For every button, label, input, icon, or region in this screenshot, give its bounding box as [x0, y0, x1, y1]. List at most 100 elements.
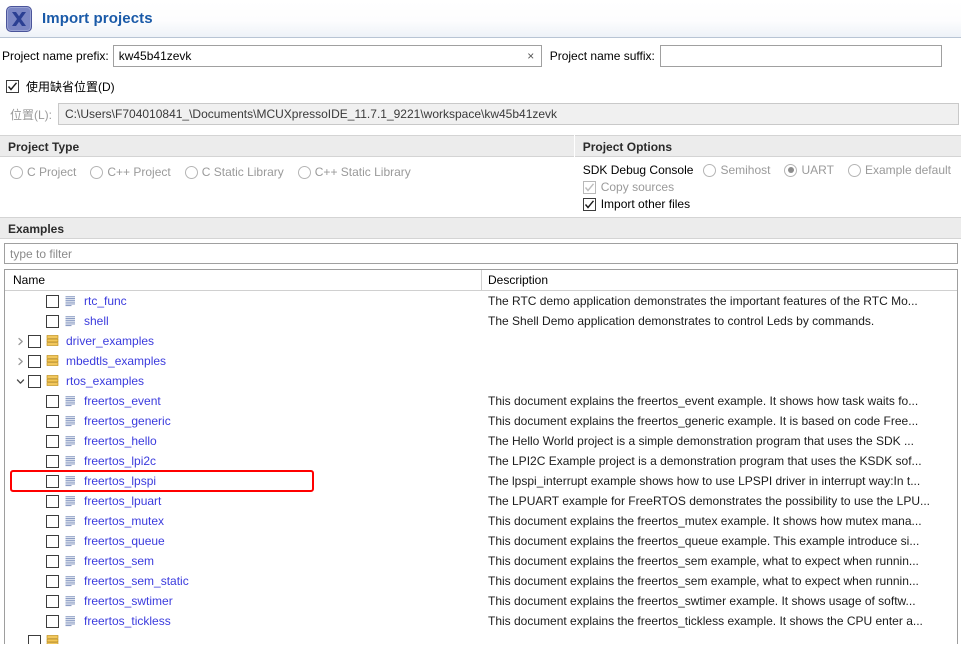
- radio-semihost[interactable]: Semihost: [703, 163, 770, 177]
- radio-cpp-static-library[interactable]: C++ Static Library: [297, 165, 411, 179]
- twisty-placeholder: [31, 411, 46, 431]
- column-header-description[interactable]: Description: [482, 270, 957, 290]
- cell-name: freertos_lpspi: [5, 471, 482, 491]
- row-checkbox[interactable]: [46, 454, 59, 468]
- document-icon: [64, 454, 78, 468]
- copy-sources-checkbox[interactable]: [582, 180, 596, 194]
- radio-cpp-project-indicator[interactable]: [90, 165, 104, 179]
- radio-example-default-indicator[interactable]: [847, 163, 861, 177]
- table-row[interactable]: [5, 631, 957, 644]
- chevron-right-icon[interactable]: [13, 331, 28, 351]
- row-label[interactable]: freertos_hello: [84, 434, 157, 448]
- row-label[interactable]: driver_examples: [66, 334, 154, 348]
- row-label[interactable]: freertos_swtimer: [84, 594, 173, 608]
- radio-c-static-library[interactable]: C Static Library: [184, 165, 284, 179]
- row-checkbox[interactable]: [46, 494, 59, 508]
- use-default-location-row[interactable]: 使用缺省位置(D): [0, 75, 961, 97]
- filter-placeholder: type to filter: [10, 246, 73, 261]
- row-checkbox[interactable]: [46, 574, 59, 588]
- document-icon: [64, 314, 78, 328]
- cell-name: [5, 631, 482, 644]
- row-label[interactable]: rtos_examples: [66, 374, 144, 388]
- row-checkbox[interactable]: [46, 534, 59, 548]
- chevron-right-icon[interactable]: [13, 351, 28, 371]
- row-checkbox[interactable]: [46, 314, 59, 328]
- table-row[interactable]: freertos_tickless This document explains …: [5, 611, 957, 631]
- row-checkbox[interactable]: [46, 594, 59, 608]
- radio-uart[interactable]: UART: [784, 163, 834, 177]
- prefix-label: Project name prefix:: [2, 49, 109, 63]
- table-row[interactable]: freertos_sem This document explains the f…: [5, 551, 957, 571]
- twisty-placeholder: [31, 291, 46, 311]
- copy-sources-row[interactable]: Copy sources: [582, 180, 961, 194]
- table-row[interactable]: rtos_examples: [5, 371, 957, 391]
- table-row[interactable]: driver_examples: [5, 331, 957, 351]
- table-row[interactable]: mbedtls_examples: [5, 351, 957, 371]
- row-label[interactable]: freertos_lpi2c: [84, 454, 156, 468]
- row-label[interactable]: freertos_sem_static: [84, 574, 189, 588]
- row-checkbox[interactable]: [28, 374, 41, 388]
- radio-c-static-library-indicator[interactable]: [184, 165, 198, 179]
- radio-example-default[interactable]: Example default: [847, 163, 951, 177]
- row-checkbox[interactable]: [46, 614, 59, 628]
- row-label[interactable]: rtc_func: [84, 294, 127, 308]
- table-row[interactable]: rtc_func The RTC demo application demonst…: [5, 291, 957, 311]
- radio-cpp-static-library-indicator[interactable]: [297, 165, 311, 179]
- table-row[interactable]: freertos_lpspi The lpspi_interrupt exampl…: [5, 471, 957, 491]
- column-header-name[interactable]: Name: [5, 270, 482, 290]
- row-label[interactable]: freertos_lpuart: [84, 494, 161, 508]
- cell-name: rtos_examples: [5, 371, 482, 391]
- cell-description: The Shell Demo application demonstrates …: [488, 314, 875, 328]
- row-checkbox[interactable]: [46, 514, 59, 528]
- filter-input[interactable]: type to filter: [4, 243, 958, 264]
- cell-name: freertos_sem_static: [5, 571, 482, 591]
- row-label[interactable]: freertos_generic: [84, 414, 171, 428]
- radio-cpp-project[interactable]: C++ Project: [90, 165, 171, 179]
- row-checkbox[interactable]: [46, 294, 59, 308]
- row-label[interactable]: freertos_lpspi: [84, 474, 156, 488]
- location-input-value: C:\Users\F704010841_\Documents\MCUXpress…: [65, 107, 558, 121]
- radio-semihost-indicator[interactable]: [703, 163, 717, 177]
- row-label[interactable]: shell: [84, 314, 109, 328]
- table-row[interactable]: freertos_sem_static This document explain…: [5, 571, 957, 591]
- row-label[interactable]: freertos_event: [84, 394, 161, 408]
- radio-c-project[interactable]: C Project: [10, 165, 76, 179]
- table-row[interactable]: freertos_mutex This document explains the…: [5, 511, 957, 531]
- table-row[interactable]: freertos_lpuart The LPUART example for Fr…: [5, 491, 957, 511]
- table-row[interactable]: shell The Shell Demo application demonstr…: [5, 311, 957, 331]
- suffix-input[interactable]: [659, 45, 942, 67]
- row-label[interactable]: freertos_queue: [84, 534, 165, 548]
- row-checkbox[interactable]: [46, 554, 59, 568]
- row-checkbox[interactable]: [46, 394, 59, 408]
- row-checkbox[interactable]: [28, 634, 41, 644]
- row-checkbox[interactable]: [46, 474, 59, 488]
- row-checkbox[interactable]: [28, 354, 41, 368]
- radio-c-project-indicator[interactable]: [10, 165, 23, 179]
- project-options-header: Project Options: [574, 135, 961, 157]
- prefix-input[interactable]: kw45b41zevk ×: [112, 45, 542, 67]
- document-icon: [64, 534, 78, 548]
- row-checkbox[interactable]: [28, 334, 41, 348]
- radio-uart-indicator[interactable]: [784, 163, 798, 177]
- import-other-files-checkbox[interactable]: [582, 197, 596, 211]
- row-checkbox[interactable]: [46, 414, 59, 428]
- chevron-down-icon[interactable]: [13, 371, 28, 391]
- row-checkbox[interactable]: [46, 434, 59, 448]
- table-row[interactable]: freertos_swtimer This document explains t…: [5, 591, 957, 611]
- table-row[interactable]: freertos_event This document explains the…: [5, 391, 957, 411]
- table-row[interactable]: freertos_hello The Hello World project is…: [5, 431, 957, 451]
- row-label[interactable]: freertos_tickless: [84, 614, 171, 628]
- row-label[interactable]: freertos_mutex: [84, 514, 164, 528]
- table-row[interactable]: freertos_generic This document explains t…: [5, 411, 957, 431]
- table-row[interactable]: freertos_lpi2c The LPI2C Example project …: [5, 451, 957, 471]
- use-default-location-checkbox[interactable]: [6, 79, 19, 93]
- cell-description: [482, 631, 957, 644]
- import-other-files-row[interactable]: Import other files: [582, 197, 961, 211]
- row-label[interactable]: freertos_sem: [84, 554, 154, 568]
- cell-name: driver_examples: [5, 331, 482, 351]
- table-row[interactable]: freertos_queue This document explains the…: [5, 531, 957, 551]
- row-label[interactable]: mbedtls_examples: [66, 354, 166, 368]
- clear-icon[interactable]: ×: [523, 47, 539, 65]
